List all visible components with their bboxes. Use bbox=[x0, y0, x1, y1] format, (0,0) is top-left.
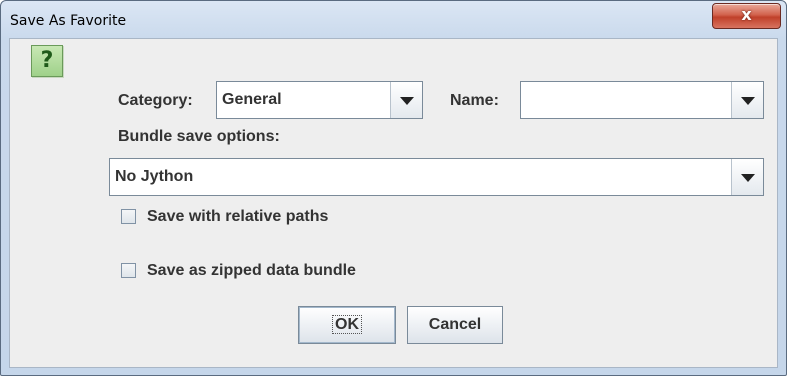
bundle-options-combobox[interactable]: No Jython bbox=[109, 158, 764, 196]
relative-paths-checkbox[interactable] bbox=[121, 209, 136, 224]
bundle-options-value: No Jython bbox=[115, 168, 194, 185]
zipped-bundle-label: Save as zipped data bundle bbox=[147, 262, 356, 279]
close-button[interactable]: x bbox=[712, 3, 781, 29]
question-icon: ? bbox=[31, 45, 63, 77]
bundle-options-label: Bundle save options: bbox=[118, 128, 280, 145]
close-icon: x bbox=[741, 5, 752, 24]
window-title: Save As Favorite bbox=[10, 13, 127, 29]
ok-button[interactable]: OK bbox=[298, 306, 396, 344]
chevron-down-icon[interactable] bbox=[731, 159, 763, 195]
category-combobox[interactable]: General bbox=[216, 81, 423, 119]
category-label: Category: bbox=[118, 92, 193, 109]
cancel-label: Cancel bbox=[428, 316, 482, 333]
zipped-bundle-checkbox[interactable] bbox=[121, 263, 136, 278]
category-value: General bbox=[222, 91, 282, 108]
question-glyph: ? bbox=[40, 48, 54, 73]
cancel-button[interactable]: Cancel bbox=[407, 306, 503, 344]
name-combobox[interactable] bbox=[520, 81, 764, 119]
chevron-down-icon[interactable] bbox=[731, 82, 763, 118]
chevron-down-icon[interactable] bbox=[390, 82, 422, 118]
ok-label: OK bbox=[332, 315, 362, 334]
name-label: Name: bbox=[450, 92, 499, 109]
relative-paths-label: Save with relative paths bbox=[147, 208, 329, 225]
dialog-window: Save As Favorite x ? Category: General N… bbox=[0, 0, 787, 376]
title-bar[interactable]: Save As Favorite x bbox=[1, 1, 786, 37]
